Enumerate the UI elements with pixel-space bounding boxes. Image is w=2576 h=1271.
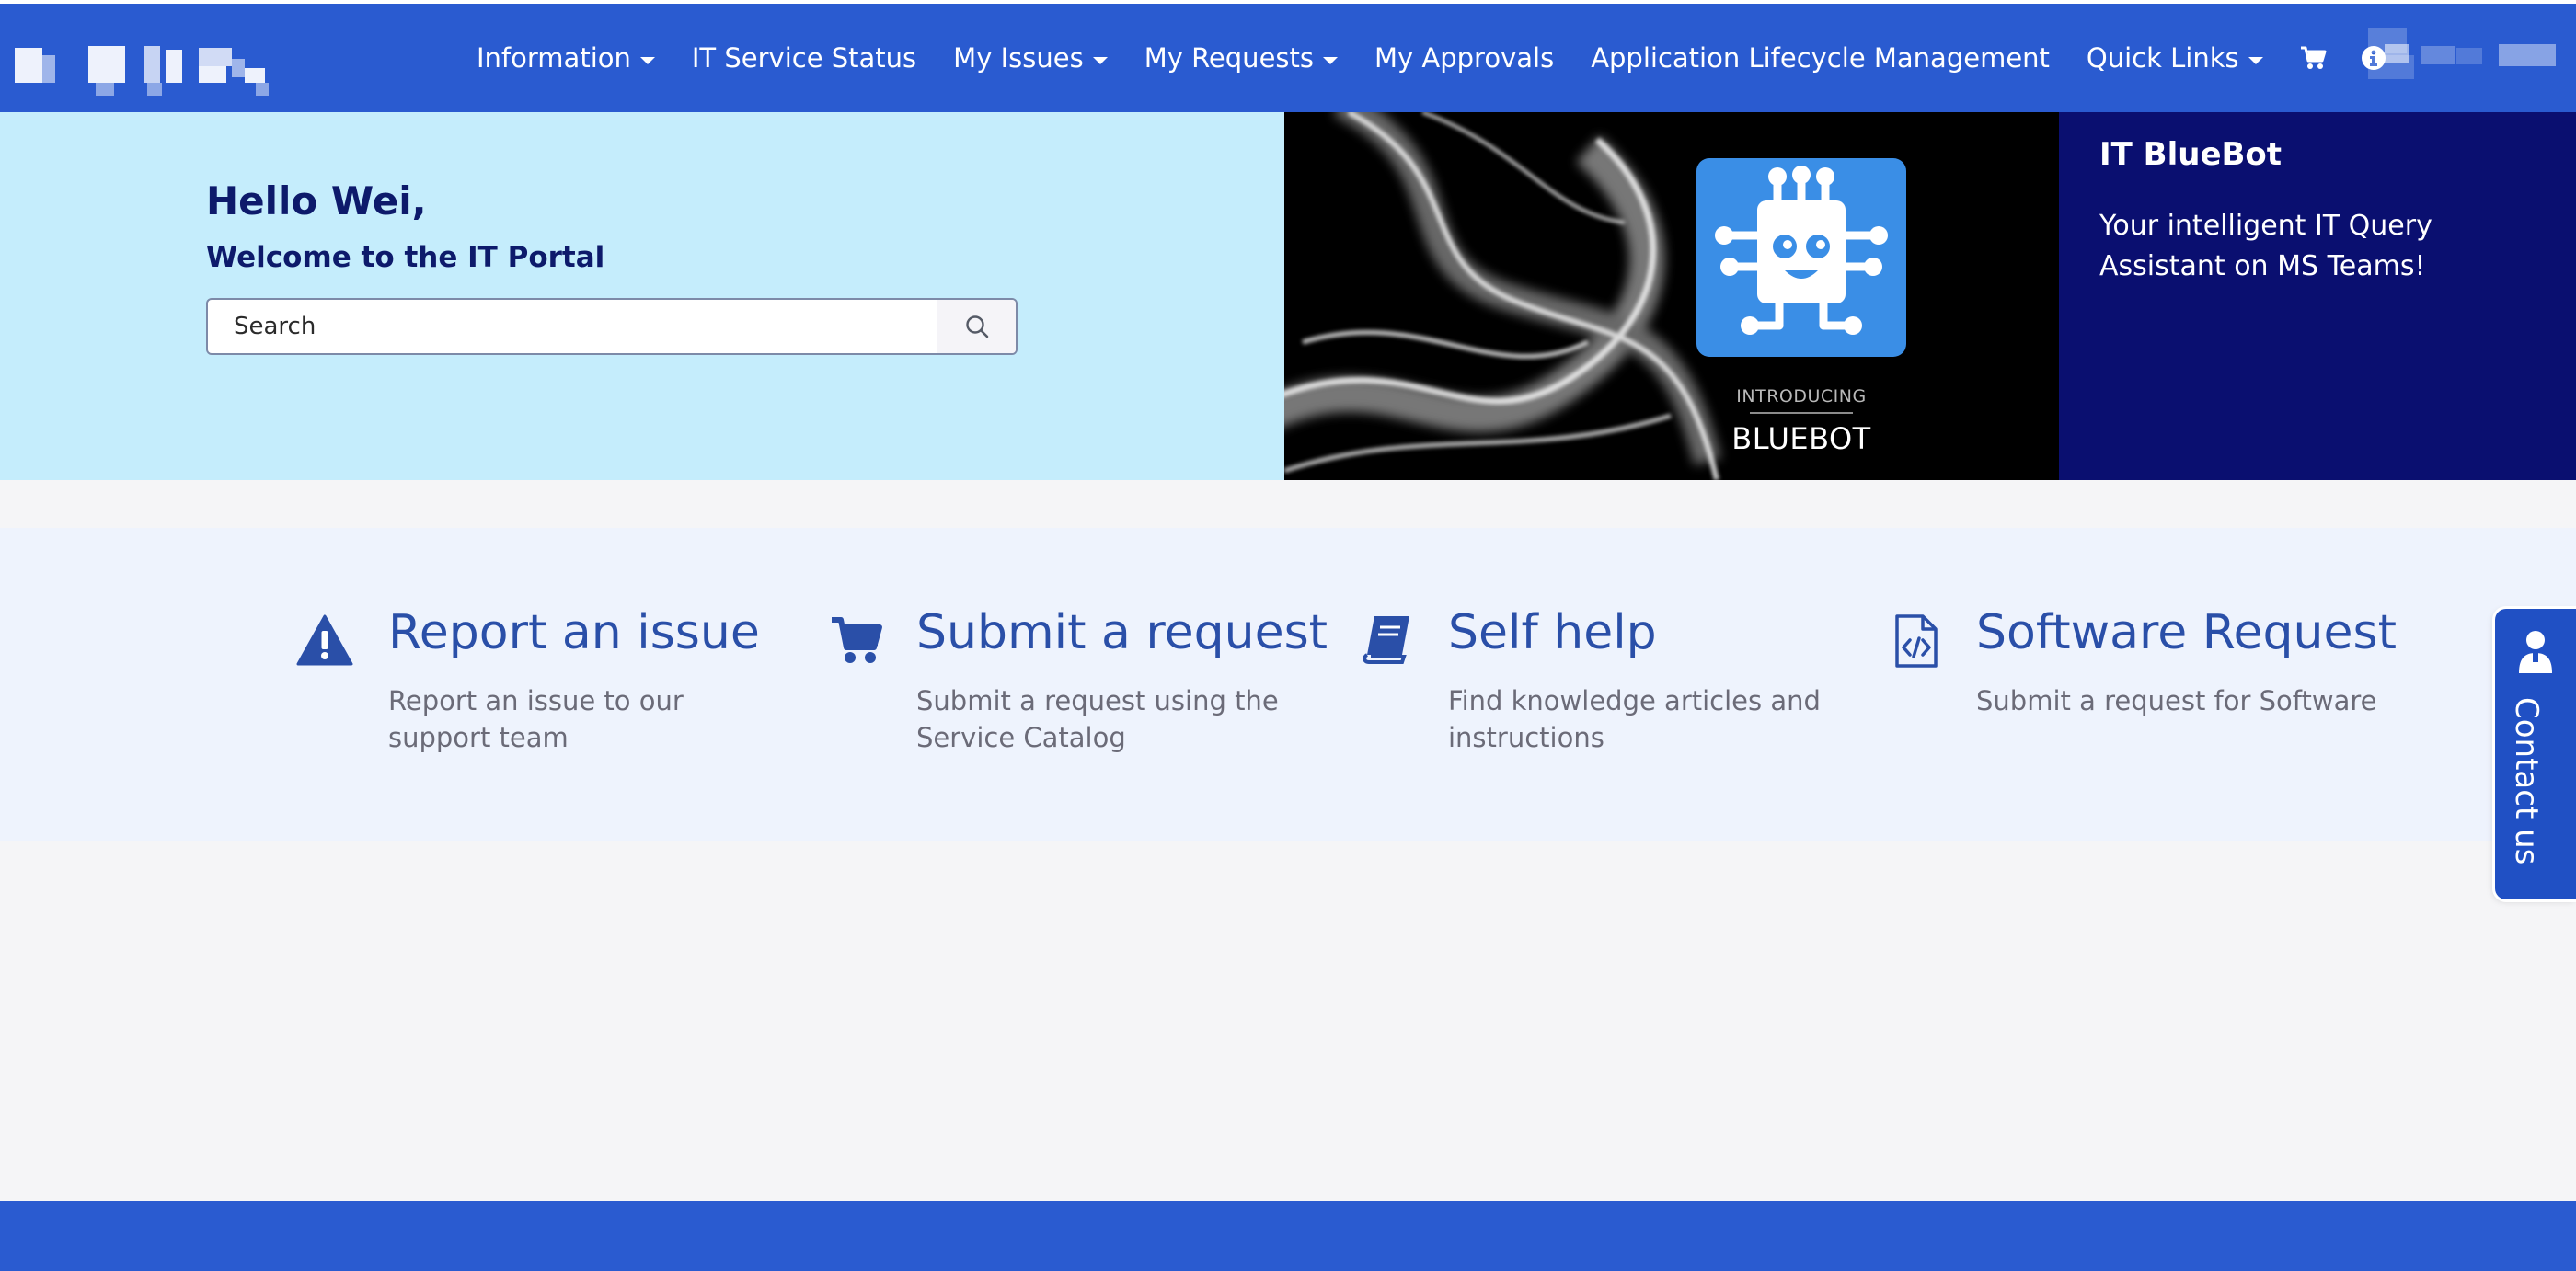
nav-information[interactable]: Information [477, 42, 655, 74]
action-title: Submit a request [916, 605, 1328, 660]
cart-icon[interactable] [2300, 45, 2328, 71]
nav-my-requests[interactable]: My Requests [1144, 42, 1338, 74]
promo-text: Your intelligent IT Query Assistant on M… [2099, 210, 2432, 282]
warning-icon [296, 614, 353, 670]
greeting-heading: Hello Wei, [206, 178, 427, 223]
top-navbar: Information IT Service Status My Issues … [0, 0, 2576, 112]
chevron-down-icon [639, 57, 655, 64]
bluebot-logo [1696, 158, 1906, 357]
nav-quick-links[interactable]: Quick Links [2087, 42, 2263, 74]
code-file-icon [1893, 614, 1939, 671]
search-bar [206, 298, 1018, 355]
book-icon [1362, 614, 1411, 668]
bluebot-promo-panel[interactable]: IT BlueBot Your intelligent IT Query Ass… [2059, 112, 2576, 480]
divider [1750, 412, 1853, 414]
nav-item-label: Application Lifecycle Management [1591, 42, 2050, 74]
contact-person-icon [2517, 629, 2554, 679]
contact-us-button[interactable]: Contact us [2495, 609, 2576, 899]
nav-menu: Information IT Service Status My Issues … [477, 4, 2420, 112]
quick-actions-section: Report an issue Report an issue to our s… [0, 528, 2576, 841]
promo-title: IT BlueBot [2099, 136, 2283, 173]
company-logo[interactable] [15, 42, 276, 99]
action-title: Software Request [1976, 605, 2397, 660]
nav-item-label: My Approvals [1374, 42, 1555, 74]
action-title: Self help [1448, 605, 1657, 660]
nav-item-label: Quick Links [2086, 42, 2239, 74]
image-bluebot-label: BLUEBOT [1731, 421, 1871, 456]
chevron-down-icon [1092, 57, 1108, 64]
contact-us-label: Contact us [2508, 697, 2545, 865]
nav-my-approvals[interactable]: My Approvals [1374, 42, 1554, 74]
nav-my-issues[interactable]: My Issues [953, 42, 1108, 74]
nav-item-label: IT Service Status [691, 42, 917, 74]
nav-application-lifecycle-management[interactable]: Application Lifecycle Management [1591, 42, 2050, 74]
bluebot-promo-image[interactable]: INTRODUCING BLUEBOT [1284, 112, 2059, 480]
image-introducing-label: INTRODUCING [1736, 386, 1867, 406]
nav-item-label: Information [477, 42, 631, 74]
action-description: Submit a request using the Service Catal… [916, 685, 1279, 753]
welcome-subheading: Welcome to the IT Portal [206, 241, 605, 274]
action-description: Report an issue to our support team [388, 685, 684, 753]
search-icon [965, 315, 988, 338]
action-description: Submit a request for Software [1976, 685, 2377, 716]
search-input[interactable] [208, 300, 937, 353]
nav-item-label: My Requests [1144, 42, 1314, 74]
cart-icon [830, 614, 883, 670]
welcome-banner: Hello Wei, Welcome to the IT Portal [0, 112, 1284, 480]
chevron-down-icon [2248, 57, 2263, 64]
action-title: Report an issue [388, 605, 760, 660]
search-button[interactable] [937, 300, 1016, 353]
chevron-down-icon [1323, 57, 1338, 64]
footer-bar [0, 1201, 2576, 1271]
user-profile-menu[interactable] [2368, 28, 2558, 81]
nav-it-service-status[interactable]: IT Service Status [692, 42, 916, 74]
action-description: Find knowledge articles and instructions [1448, 685, 1821, 753]
nav-item-label: My Issues [953, 42, 1084, 74]
